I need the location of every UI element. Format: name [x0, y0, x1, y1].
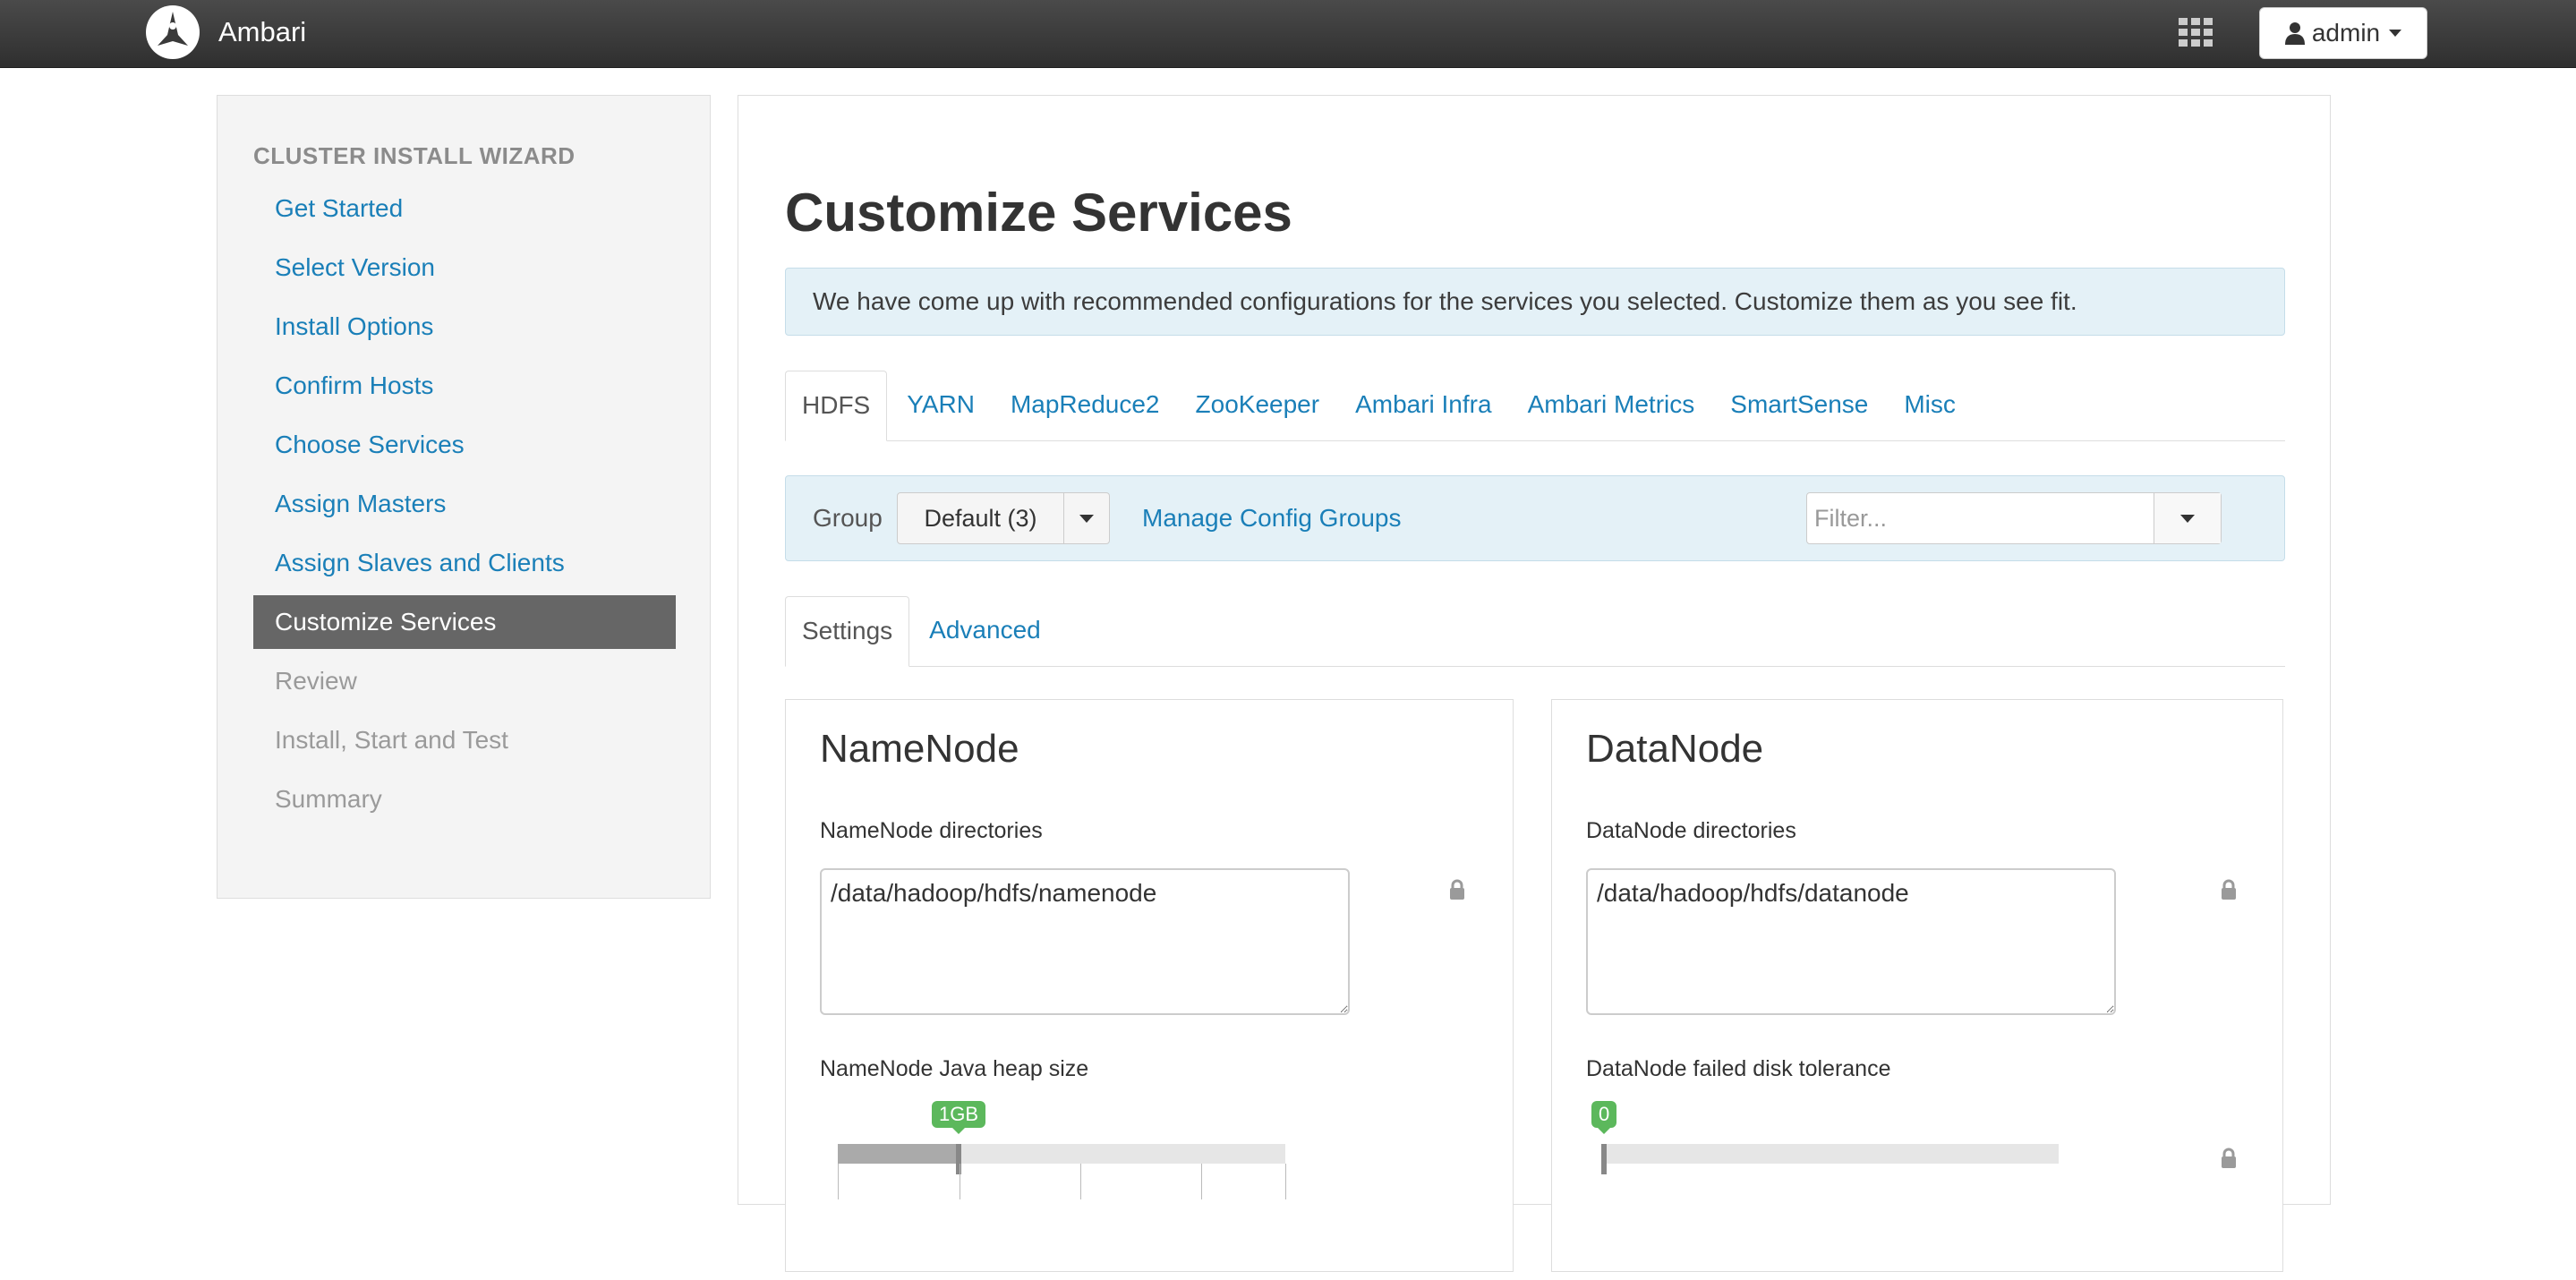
slider-track[interactable] [1604, 1144, 2059, 1164]
user-menu-button[interactable]: admin [2259, 7, 2427, 59]
step-review: Review [275, 667, 357, 695]
tab-hdfs[interactable]: HDFS [785, 371, 888, 441]
caret-down-icon [2180, 514, 2195, 523]
chevron-down-icon [2389, 30, 2402, 37]
group-dropdown-toggle[interactable] [1064, 493, 1109, 543]
filter-box [1806, 492, 2222, 544]
selected-group[interactable]: Default (3) [898, 493, 1064, 543]
namenode-dir-textarea[interactable]: /data/hadoop/hdfs/namenode [820, 868, 1350, 1015]
manage-config-groups-link[interactable]: Manage Config Groups [1142, 476, 1402, 560]
namenode-title: NameNode [820, 727, 1019, 771]
slider-ticks [838, 1164, 1286, 1199]
step-summary: Summary [275, 785, 382, 813]
slider-value-badge: 0 [1591, 1101, 1617, 1134]
tab-mapreduce2[interactable]: MapReduce2 [994, 371, 1176, 440]
group-label: Group [813, 504, 883, 532]
step-get-started[interactable]: Get Started [253, 182, 676, 235]
step-choose-services[interactable]: Choose Services [253, 418, 676, 472]
tab-settings[interactable]: Settings [785, 596, 910, 667]
ambari-logo-icon [145, 4, 200, 60]
grid-apps-icon[interactable] [2179, 18, 2213, 47]
user-name: admin [2311, 19, 2381, 47]
wizard-steps: Get Started Select Version Install Optio… [253, 182, 676, 832]
lock-icon[interactable] [2220, 879, 2238, 900]
datanode-tolerance-slider[interactable]: 0 [1586, 1101, 2059, 1280]
config-group-select[interactable]: Default (3) [897, 492, 1110, 544]
namenode-heap-label: NameNode Java heap size [820, 1056, 1089, 1081]
caret-down-icon [1079, 514, 1094, 523]
filter-input[interactable] [1807, 493, 2154, 543]
step-install-options[interactable]: Install Options [253, 300, 676, 354]
slider-handle[interactable] [1601, 1144, 1607, 1174]
lock-icon[interactable] [2220, 1148, 2238, 1169]
info-alert: We have come up with recommended configu… [785, 268, 2285, 336]
datanode-title: DataNode [1586, 727, 1764, 771]
datanode-tolerance-label: DataNode failed disk tolerance [1586, 1056, 1891, 1081]
step-customize-services[interactable]: Customize Services [253, 595, 676, 649]
lock-icon[interactable] [1448, 879, 1466, 900]
service-tabs: HDFS YARN MapReduce2 ZooKeeper Ambari In… [785, 371, 2285, 441]
tab-advanced[interactable]: Advanced [913, 596, 1057, 666]
step-assign-masters[interactable]: Assign Masters [253, 477, 676, 531]
datanode-card: DataNode DataNode directories /data/hado… [1551, 699, 2283, 1272]
datanode-dir-textarea[interactable]: /data/hadoop/hdfs/datanode [1586, 868, 2116, 1015]
slider-track[interactable] [838, 1144, 1285, 1164]
datanode-dir-label: DataNode directories [1586, 818, 1796, 843]
page-title: Customize Services [785, 183, 1292, 243]
slider-value-badge: 1GB [932, 1101, 986, 1134]
step-assign-slaves[interactable]: Assign Slaves and Clients [253, 536, 676, 590]
tab-ambari-infra[interactable]: Ambari Infra [1339, 371, 1508, 440]
config-group-bar: Group Default (3) Manage Config Groups [785, 475, 2285, 561]
wizard-sidebar: CLUSTER INSTALL WIZARD Get Started Selec… [217, 95, 711, 899]
filter-dropdown-toggle[interactable] [2154, 493, 2221, 543]
main-panel: Customize Services We have come up with … [738, 95, 2331, 1272]
slider-tick [1201, 1164, 1202, 1199]
top-navbar: Ambari admin [0, 0, 2576, 68]
tab-zookeeper[interactable]: ZooKeeper [1180, 371, 1336, 440]
app-name: Ambari [218, 16, 307, 47]
namenode-heap-slider[interactable]: 1GB [820, 1101, 1286, 1280]
wizard-title: CLUSTER INSTALL WIZARD [253, 142, 576, 169]
slider-tick [1080, 1164, 1081, 1199]
brand[interactable]: Ambari [145, 2, 306, 63]
namenode-card: NameNode NameNode directories /data/hado… [785, 699, 1514, 1272]
tab-yarn[interactable]: YARN [891, 371, 991, 440]
slider-tick [1285, 1164, 1286, 1199]
step-confirm-hosts[interactable]: Confirm Hosts [253, 359, 676, 413]
user-icon [2284, 21, 2305, 45]
step-select-version[interactable]: Select Version [253, 241, 676, 294]
namenode-dir-label: NameNode directories [820, 818, 1043, 843]
slider-fill [838, 1144, 959, 1164]
tab-smartsense[interactable]: SmartSense [1714, 371, 1884, 440]
config-sub-tabs: Settings Advanced [785, 596, 2285, 667]
step-install-start-test: Install, Start and Test [275, 726, 508, 754]
tab-misc[interactable]: Misc [1888, 371, 1972, 440]
tab-ambari-metrics[interactable]: Ambari Metrics [1512, 371, 1711, 440]
